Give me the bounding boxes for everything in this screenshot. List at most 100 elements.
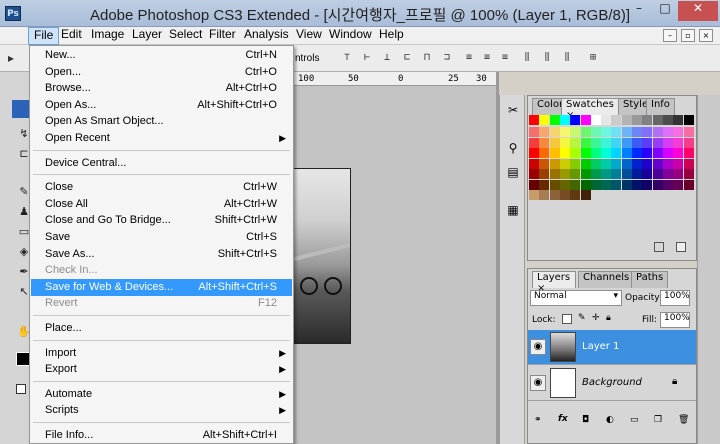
- layer-mask-icon[interactable]: ◘: [582, 415, 589, 425]
- tab-info[interactable]: Info: [646, 98, 675, 115]
- swatch[interactable]: [662, 169, 673, 179]
- menu-item-browse[interactable]: Browse... Alt+Ctrl+O: [31, 80, 292, 97]
- swatch[interactable]: [662, 137, 673, 148]
- new-swatch-icon[interactable]: [654, 242, 664, 252]
- menu-analysis[interactable]: Analysis: [239, 27, 294, 45]
- brushes-icon[interactable]: ⚲: [504, 141, 522, 159]
- swatch[interactable]: [683, 127, 694, 137]
- menu-item-save-as[interactable]: Save As... Shift+Ctrl+S: [31, 246, 292, 263]
- swatch[interactable]: [559, 127, 570, 137]
- blend-mode-select[interactable]: Normal ▾: [530, 290, 622, 306]
- swatch[interactable]: [529, 127, 539, 137]
- swatch[interactable]: [632, 137, 642, 148]
- menu-edit[interactable]: Edit: [56, 27, 87, 45]
- align-vcenter-icon[interactable]: ⊢: [360, 52, 374, 64]
- swatch[interactable]: [611, 179, 622, 190]
- minimize-button[interactable]: –: [626, 1, 652, 21]
- swatch[interactable]: [529, 158, 539, 169]
- swatch[interactable]: [539, 137, 550, 148]
- swatch[interactable]: [673, 115, 684, 125]
- swatch[interactable]: [662, 179, 673, 190]
- menu-item-open[interactable]: Open... Ctrl+O: [31, 64, 292, 81]
- menu-item-place[interactable]: Place...: [31, 320, 292, 337]
- foreground-color-swatch[interactable]: [16, 352, 30, 366]
- swatch[interactable]: [642, 179, 653, 190]
- swatch[interactable]: [590, 169, 601, 179]
- swatch[interactable]: [662, 115, 673, 125]
- distribute-right-icon[interactable]: ⫼: [560, 52, 574, 64]
- menu-item-close-all[interactable]: Close All Alt+Ctrl+W: [31, 196, 292, 213]
- swatch[interactable]: [580, 179, 591, 190]
- menu-item-save[interactable]: Save Ctrl+S: [31, 229, 292, 246]
- maximize-button[interactable]: □: [652, 1, 678, 21]
- swatch[interactable]: [549, 115, 560, 125]
- swatch-grid[interactable]: [529, 115, 695, 202]
- swatch[interactable]: [632, 115, 642, 125]
- swatch[interactable]: [590, 179, 601, 190]
- swatch[interactable]: [611, 137, 622, 148]
- swatch[interactable]: [601, 148, 612, 158]
- swatch[interactable]: [673, 137, 684, 148]
- doc-close-button[interactable]: ×: [699, 29, 713, 42]
- swatch[interactable]: [559, 148, 570, 158]
- swatch[interactable]: [539, 158, 550, 169]
- eye-icon[interactable]: ◉: [530, 339, 546, 355]
- lock-transparency-icon[interactable]: [562, 314, 572, 324]
- tab-swatches[interactable]: Swatches ×: [561, 98, 619, 121]
- swatch[interactable]: [652, 148, 663, 158]
- swatch[interactable]: [539, 115, 550, 125]
- swatch[interactable]: [652, 127, 663, 137]
- distribute-hcenter-icon[interactable]: ⫼: [540, 52, 554, 64]
- swatch[interactable]: [611, 115, 622, 125]
- delete-layer-icon[interactable]: 🗑︎: [678, 415, 689, 425]
- tab-layers[interactable]: Layers ×: [532, 271, 576, 294]
- swatch[interactable]: [570, 179, 581, 190]
- menu-filter[interactable]: Filter: [204, 27, 241, 45]
- swatch[interactable]: [673, 158, 684, 169]
- layer-row-layer-1[interactable]: ◉ Layer 1: [528, 330, 696, 365]
- doc-minimize-button[interactable]: –: [663, 29, 677, 42]
- swatch[interactable]: [539, 148, 550, 158]
- swatch[interactable]: [611, 169, 622, 179]
- menu-item-close-and-go-to-bridge[interactable]: Close and Go To Bridge... Shift+Ctrl+W: [31, 212, 292, 229]
- menu-window[interactable]: Window: [324, 27, 377, 45]
- swatch[interactable]: [580, 158, 591, 169]
- swatch[interactable]: [580, 115, 591, 125]
- swatch[interactable]: [529, 169, 539, 179]
- swatch[interactable]: [601, 158, 612, 169]
- auto-align-layers-icon[interactable]: ⊞: [586, 52, 600, 64]
- swatch[interactable]: [580, 148, 591, 158]
- menu-item-export[interactable]: Export ▶: [31, 361, 292, 378]
- swatch[interactable]: [683, 137, 694, 148]
- adjustment-layer-icon[interactable]: ◐: [606, 415, 614, 425]
- distribute-vcenter-icon[interactable]: ≡: [480, 52, 494, 64]
- swatch[interactable]: [621, 148, 632, 158]
- opacity-field[interactable]: 100%: [660, 290, 690, 306]
- swatch[interactable]: [601, 179, 612, 190]
- menu-item-device-central[interactable]: Device Central...: [31, 155, 292, 172]
- layer-style-icon[interactable]: fx: [558, 414, 568, 424]
- menu-file[interactable]: File: [28, 27, 60, 45]
- swatch[interactable]: [529, 137, 539, 148]
- swatch[interactable]: [621, 158, 632, 169]
- swatch[interactable]: [590, 148, 601, 158]
- swatch[interactable]: [662, 127, 673, 137]
- swatch[interactable]: [621, 179, 632, 190]
- swatch[interactable]: [652, 137, 663, 148]
- tab-channels[interactable]: Channels: [578, 271, 635, 288]
- swatch[interactable]: [673, 148, 684, 158]
- swatch[interactable]: [549, 148, 560, 158]
- menu-item-automate[interactable]: Automate ▶: [31, 386, 292, 403]
- document-image[interactable]: [293, 168, 351, 344]
- swatch[interactable]: [570, 137, 581, 148]
- new-group-icon[interactable]: ▭: [630, 415, 639, 425]
- clone-source-icon[interactable]: ▤: [504, 165, 522, 183]
- swatch[interactable]: [683, 148, 694, 158]
- swatch[interactable]: [652, 179, 663, 190]
- swatch[interactable]: [621, 127, 632, 137]
- align-bottom-icon[interactable]: ⊥: [380, 52, 394, 64]
- swatch[interactable]: [621, 137, 632, 148]
- menu-item-save-for-web-devices[interactable]: Save for Web & Devices... Alt+Shift+Ctrl+…: [31, 278, 292, 296]
- swatch[interactable]: [601, 127, 612, 137]
- distribute-left-icon[interactable]: ⫼: [520, 52, 534, 64]
